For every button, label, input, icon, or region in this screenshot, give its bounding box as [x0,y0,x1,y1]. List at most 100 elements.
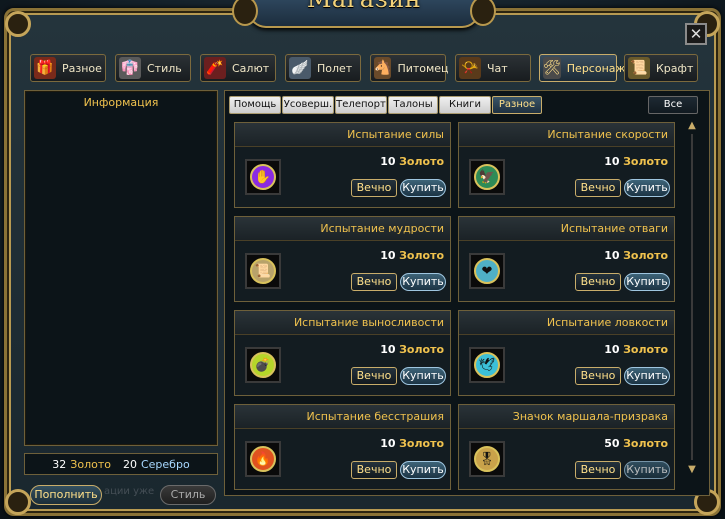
forever-button[interactable]: Вечно [575,367,621,385]
subtab-help[interactable]: Помощь [229,96,281,114]
filter-all-button[interactable]: Все [648,96,698,114]
tab-chat[interactable]: 📯 Чат [455,54,531,82]
info-panel: Информация [24,90,218,446]
shop-item-card: Испытание силы ✋ 10 Золото Вечно Купить [234,122,451,208]
tab-pet[interactable]: 🐴 Питомец [370,54,449,82]
buy-button[interactable]: Купить [624,273,670,291]
price-currency: Золото [399,437,444,450]
item-name: Испытание скорости [459,123,674,147]
price-amount: 10 [380,437,396,450]
price-currency: Золото [623,343,668,356]
buy-button[interactable]: Купить [400,179,446,197]
item-slot[interactable]: 💣 [245,347,281,383]
buy-button[interactable]: Купить [624,367,670,385]
currency-balance: 32 Золото 20 Серебро [24,453,218,475]
gold-label: Золото [70,457,111,471]
subtab-coupons[interactable]: Талоны [388,96,438,114]
shop-item-card: Значок маршала-призрака 🎖 50 Золото Вечн… [458,404,675,490]
scrollbar[interactable]: ▲ ▼ [687,120,697,476]
horse-icon: 🐴 [374,57,392,79]
tab-label: Стиль [147,61,182,75]
item-price: 10 Золото [380,343,444,356]
tab-fireworks[interactable]: 🧨 Салют [200,54,276,82]
subtab-upgrade[interactable]: Усоверш. [282,96,334,114]
tab-craft[interactable]: 📜 Крафт [624,54,698,82]
tab-flight[interactable]: 🪽 Полет [285,54,361,82]
price-currency: Золото [399,155,444,168]
tab-misc[interactable]: 🎁 Разное [30,54,106,82]
price-amount: 50 [604,437,620,450]
tab-label: Персонаж [566,61,626,75]
flame-icon: 🔥 [250,446,276,472]
tab-style[interactable]: 👘 Стиль [115,54,191,82]
gift-icon: 🎁 [34,57,56,79]
item-name: Испытание мудрости [235,217,450,241]
buy-button[interactable]: Купить [624,179,670,197]
tab-character[interactable]: 🛠 Персонаж [539,54,625,82]
heart-icon: ❤ [474,258,500,284]
shop-item-card: Испытание мудрости 📜 10 Золото Вечно Куп… [234,216,451,302]
forever-button[interactable]: Вечно [575,461,621,479]
price-amount: 10 [604,343,620,356]
scroll-up-arrow-icon[interactable]: ▲ [687,120,697,132]
tab-label: Питомец [397,61,449,75]
forever-button[interactable]: Вечно [575,273,621,291]
subtab-teleport[interactable]: Телепорт [335,96,387,114]
forever-button[interactable]: Вечно [351,273,397,291]
scroll-track[interactable] [691,134,693,460]
price-currency: Золото [623,437,668,450]
item-slot[interactable]: 🦅 [469,159,505,195]
shop-item-card: Испытание скорости 🦅 10 Золото Вечно Куп… [458,122,675,208]
shop-item-card: Испытание ловкости 🕊 10 Золото Вечно Куп… [458,310,675,396]
wings-icon: 🕊 [474,352,500,378]
scroll-icon: 📜 [628,57,650,79]
item-name: Испытание отваги [459,217,674,241]
buy-button[interactable]: Купить [400,367,446,385]
refill-button[interactable]: Пополнить [30,485,102,505]
tab-label: Крафт [656,61,694,75]
firework-icon: 🧨 [204,57,226,79]
subtab-misc[interactable]: Разное [492,96,542,114]
buy-button[interactable]: Купить [400,461,446,479]
tools-icon: 🛠 [543,57,561,79]
price-amount: 10 [380,155,396,168]
forever-button[interactable]: Вечно [351,179,397,197]
shop-item-card: Испытание бесстрашия 🔥 10 Золото Вечно К… [234,404,451,490]
forever-button[interactable]: Вечно [351,461,397,479]
item-price: 10 Золото [604,249,668,262]
forever-button[interactable]: Вечно [575,179,621,197]
shop-item-card: Испытание отваги ❤ 10 Золото Вечно Купит… [458,216,675,302]
item-price: 50 Золото [604,437,668,450]
item-name: Испытание бесстрашия [235,405,450,429]
horn-icon: 📯 [459,57,481,79]
item-slot[interactable]: 🕊 [469,347,505,383]
item-slot[interactable]: 📜 [245,253,281,289]
close-button[interactable]: ✕ [685,23,707,45]
claw-icon: ✋ [250,164,276,190]
badge-icon: 🎖 [474,446,500,472]
gold-amount: 32 [52,457,67,471]
background-chat-text: ации уже [104,486,155,497]
buy-button[interactable]: Купить [400,273,446,291]
frame-ornament [5,489,31,515]
subtab-books[interactable]: Книги [439,96,491,114]
item-price: 10 Золото [380,437,444,450]
tab-label: Салют [232,61,270,75]
buy-button[interactable]: Купить [624,461,670,479]
scroll-icon: 📜 [250,258,276,284]
item-slot[interactable]: ❤ [469,253,505,289]
forever-button[interactable]: Вечно [351,367,397,385]
item-slot[interactable]: 🎖 [469,441,505,477]
scroll-down-arrow-icon[interactable]: ▼ [687,464,697,476]
silver-label: Серебро [140,457,190,471]
tab-label: Полет [317,61,353,75]
item-price: 10 Золото [380,155,444,168]
outfit-icon: 👘 [119,57,141,79]
item-slot[interactable]: 🔥 [245,441,281,477]
shop-item-card: Испытание выносливости 💣 10 Золото Вечно… [234,310,451,396]
price-currency: Золото [399,343,444,356]
silver-amount: 20 [122,457,137,471]
style-button[interactable]: Стиль [160,485,216,505]
info-title: Информация [83,96,159,109]
item-slot[interactable]: ✋ [245,159,281,195]
